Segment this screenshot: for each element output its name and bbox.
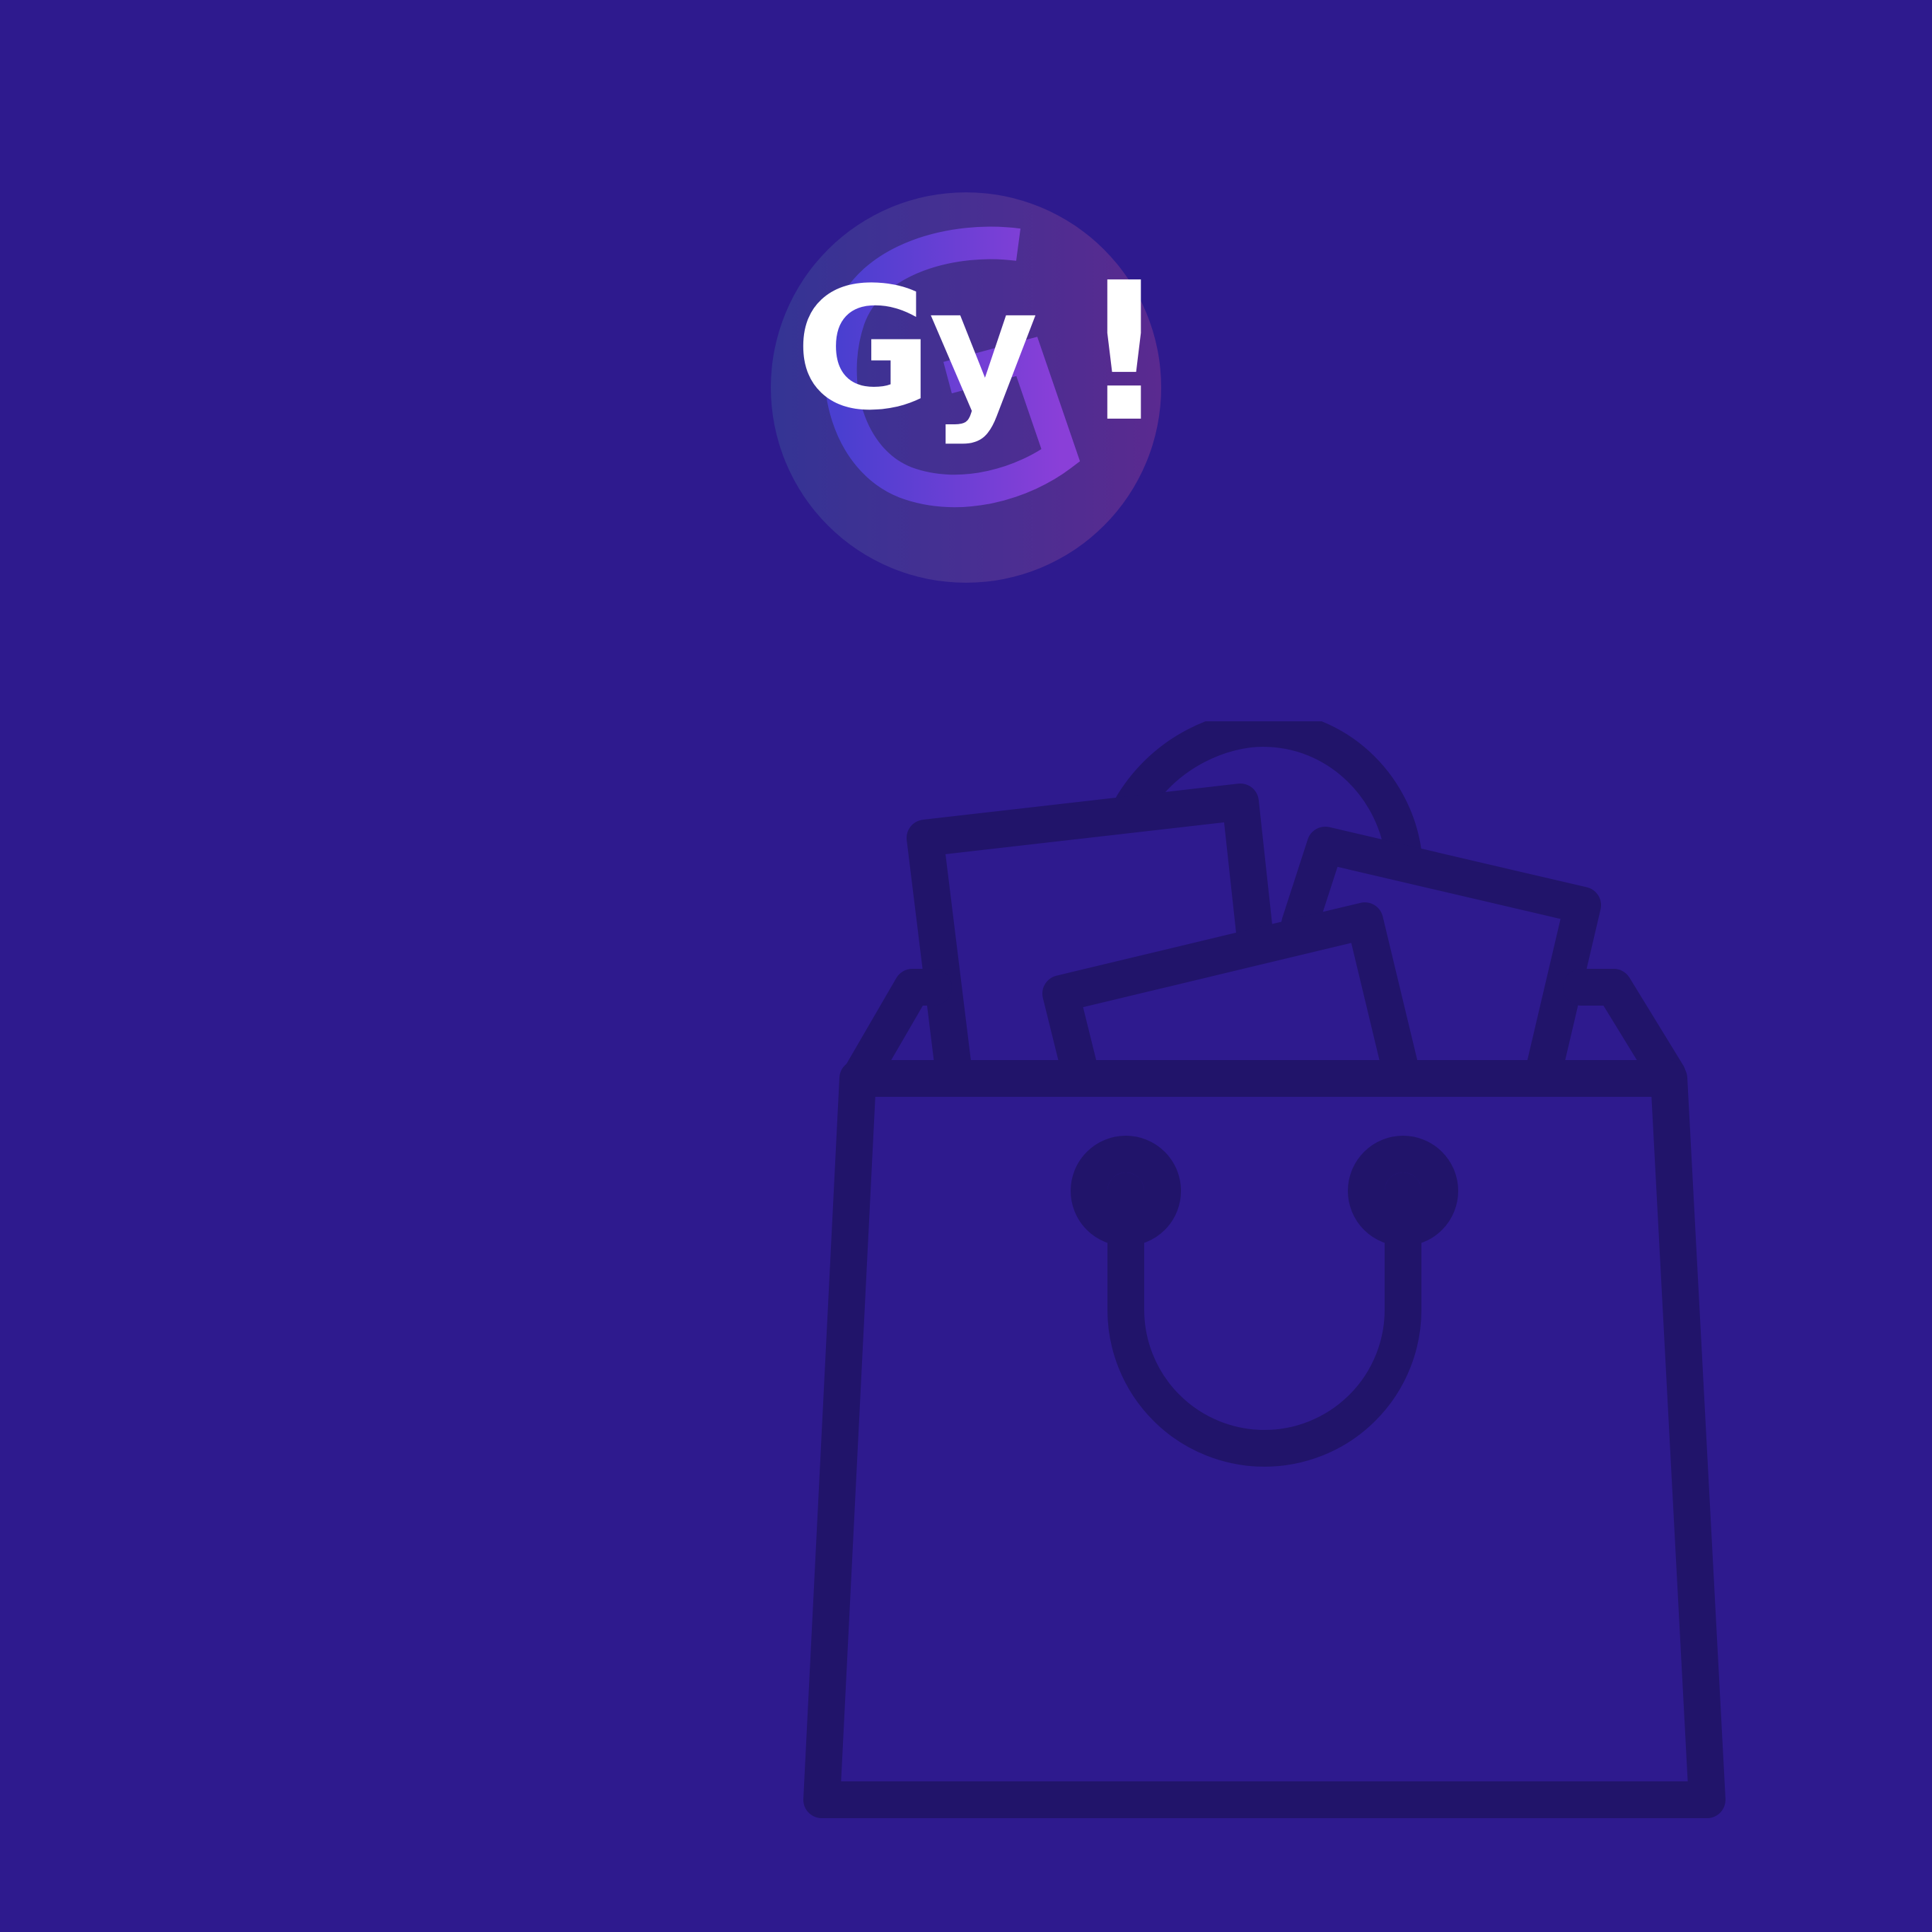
bag-handle	[1107, 1172, 1421, 1467]
paper-back-right	[1281, 827, 1601, 1086]
brand-logo: Gy !	[771, 192, 1168, 583]
paper-front	[1042, 902, 1419, 1086]
paper-back-left	[907, 784, 1273, 1086]
coin-arc	[1115, 721, 1421, 870]
logo-exclamation: !	[1081, 241, 1168, 464]
logo-wordmark: Gy	[795, 252, 1038, 448]
shopping-bag-icon	[803, 721, 1726, 1818]
